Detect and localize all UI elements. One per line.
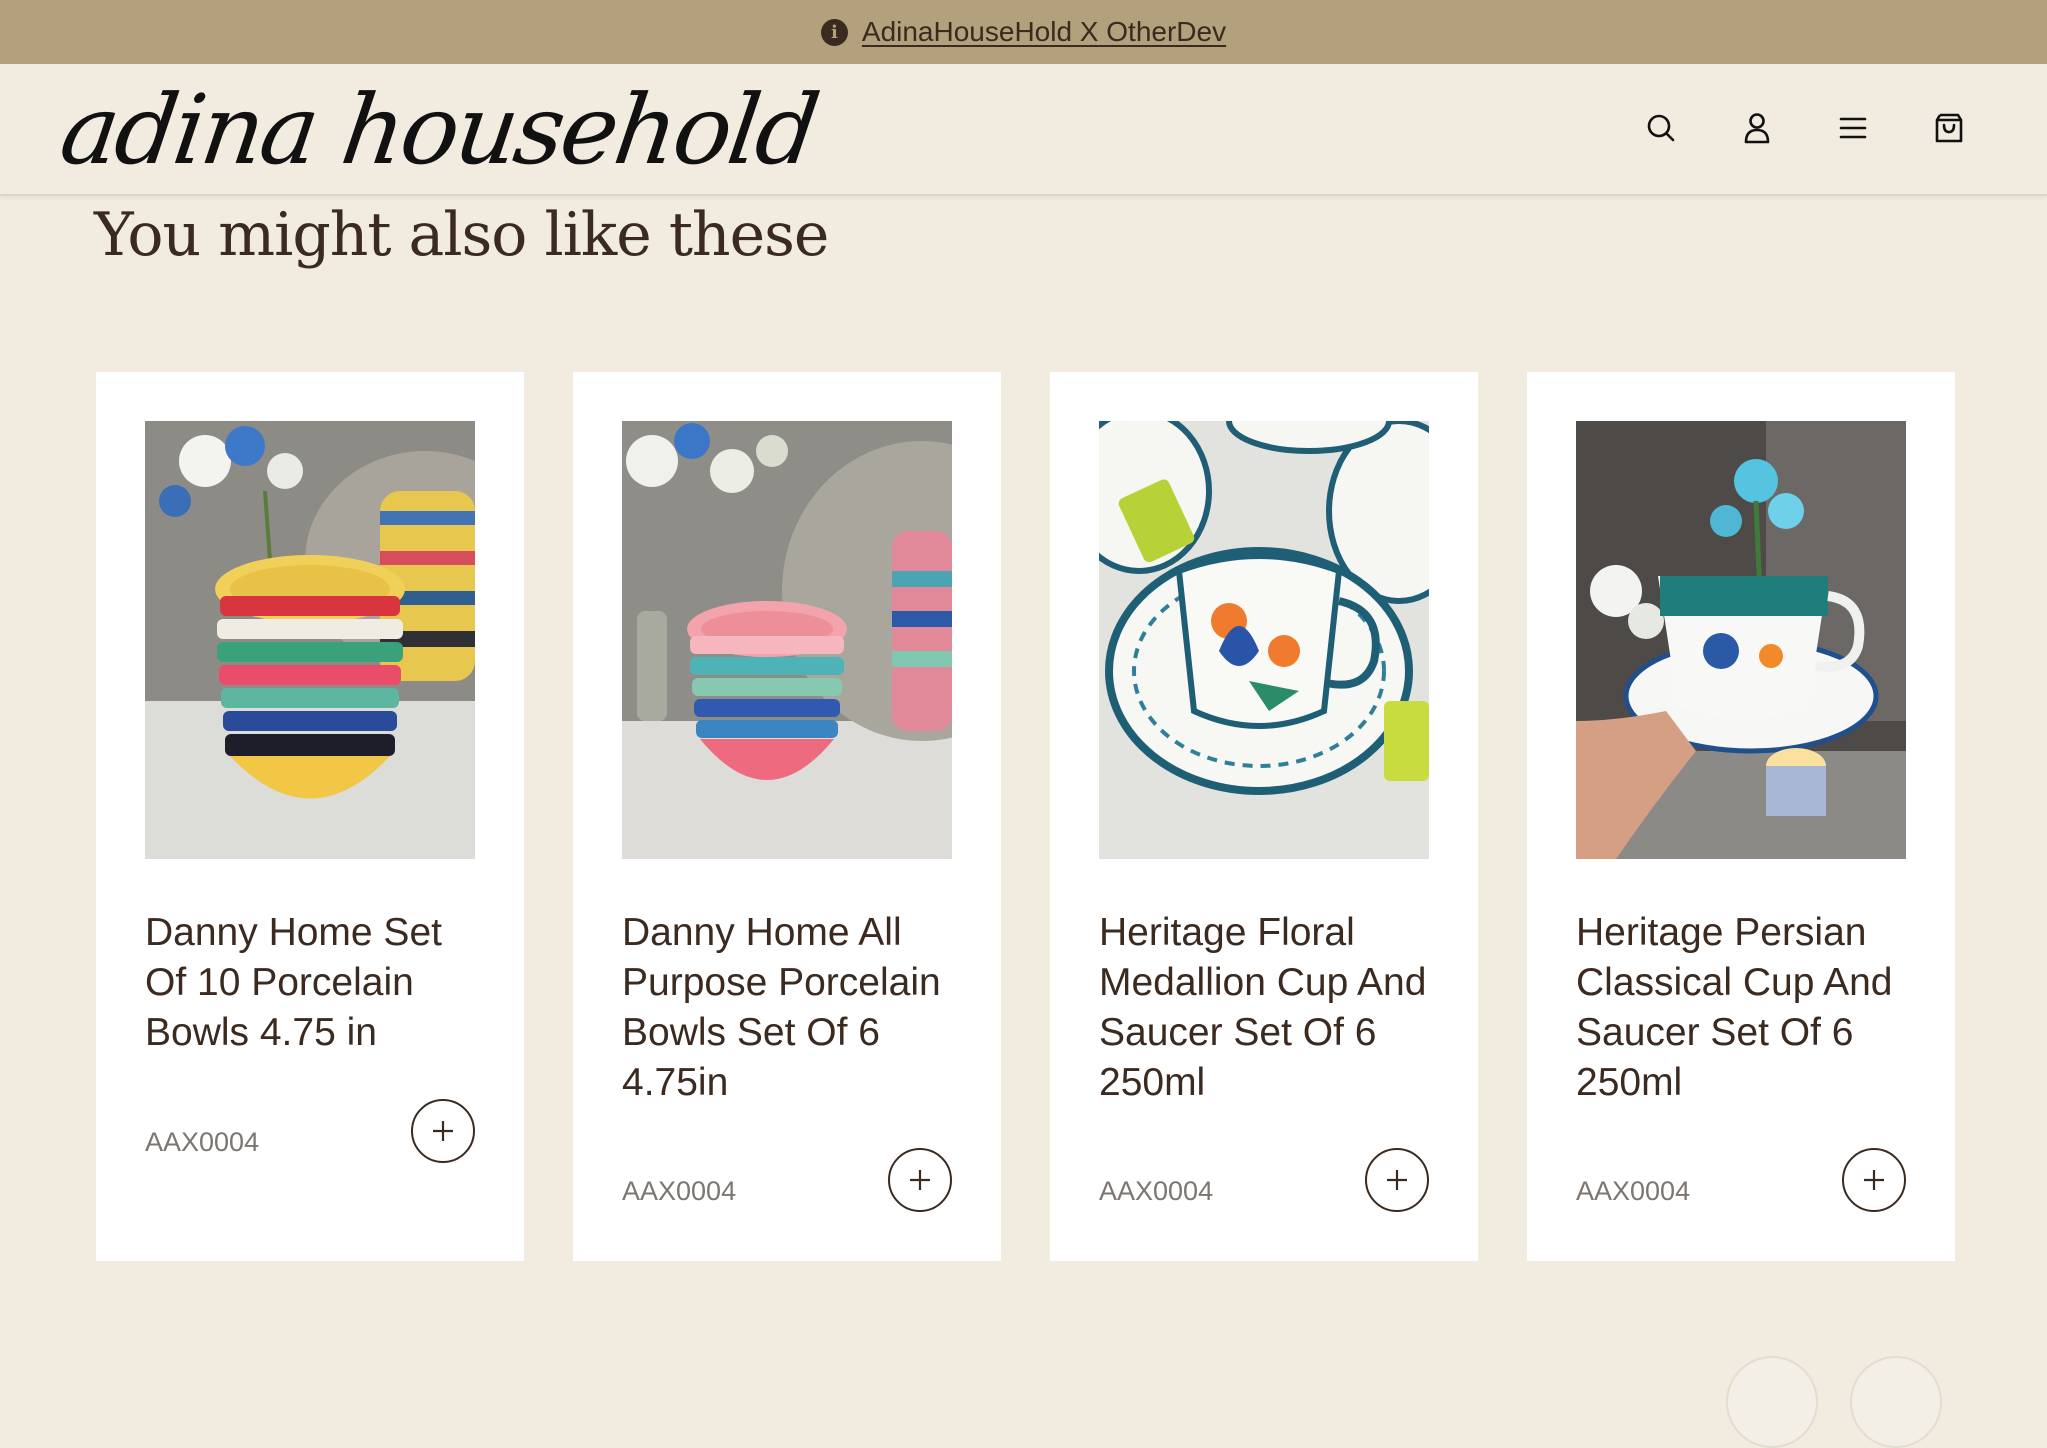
product-grid: Danny Home Set Of 10 Porcelain Bowls 4.7… <box>96 372 1955 1261</box>
product-sku: AAX0004 <box>1576 1176 1691 1206</box>
product-sku: AAX0004 <box>145 1127 260 1157</box>
product-image[interactable] <box>1576 421 1906 859</box>
site-header: adina household <box>0 64 2047 196</box>
announcement-bar: i AdinaHouseHold X OtherDev <box>0 0 2047 64</box>
product-title[interactable]: Heritage Floral Medallion Cup And Saucer… <box>1099 908 1439 1108</box>
product-card[interactable]: Danny Home Set Of 10 Porcelain Bowls 4.7… <box>96 372 524 1261</box>
site-logo[interactable]: adina household <box>54 74 823 186</box>
plus-icon <box>1387 1170 1407 1190</box>
carousel-prev-button[interactable] <box>1726 1356 1818 1448</box>
plus-icon <box>1864 1170 1884 1190</box>
plus-icon <box>910 1170 930 1190</box>
add-to-cart-button[interactable] <box>1842 1148 1906 1212</box>
product-title[interactable]: Danny Home Set Of 10 Porcelain Bowls 4.7… <box>145 908 485 1058</box>
search-icon[interactable] <box>1641 104 1681 152</box>
add-to-cart-button[interactable] <box>888 1148 952 1212</box>
header-icons <box>1641 104 1969 152</box>
plus-icon <box>433 1121 453 1141</box>
product-title[interactable]: Heritage Persian Classical Cup And Sauce… <box>1576 908 1916 1108</box>
product-title[interactable]: Danny Home All Purpose Porcelain Bowls S… <box>622 908 962 1108</box>
account-icon[interactable] <box>1737 104 1777 152</box>
product-sku: AAX0004 <box>1099 1176 1214 1206</box>
product-card[interactable]: Danny Home All Purpose Porcelain Bowls S… <box>573 372 1001 1261</box>
cart-icon[interactable] <box>1929 104 1969 152</box>
product-image[interactable] <box>1099 421 1429 859</box>
announcement-link[interactable]: AdinaHouseHold X OtherDev <box>862 16 1226 48</box>
add-to-cart-button[interactable] <box>1365 1148 1429 1212</box>
section-title: You might also like these <box>94 200 829 270</box>
carousel-next-button[interactable] <box>1850 1356 1942 1448</box>
product-card[interactable]: Heritage Persian Classical Cup And Sauce… <box>1527 372 1955 1261</box>
product-sku: AAX0004 <box>622 1176 737 1206</box>
menu-icon[interactable] <box>1833 104 1873 152</box>
add-to-cart-button[interactable] <box>411 1099 475 1163</box>
product-card[interactable]: Heritage Floral Medallion Cup And Saucer… <box>1050 372 1478 1261</box>
info-icon: i <box>820 18 848 46</box>
product-image[interactable] <box>145 421 475 859</box>
product-image[interactable] <box>622 421 952 859</box>
